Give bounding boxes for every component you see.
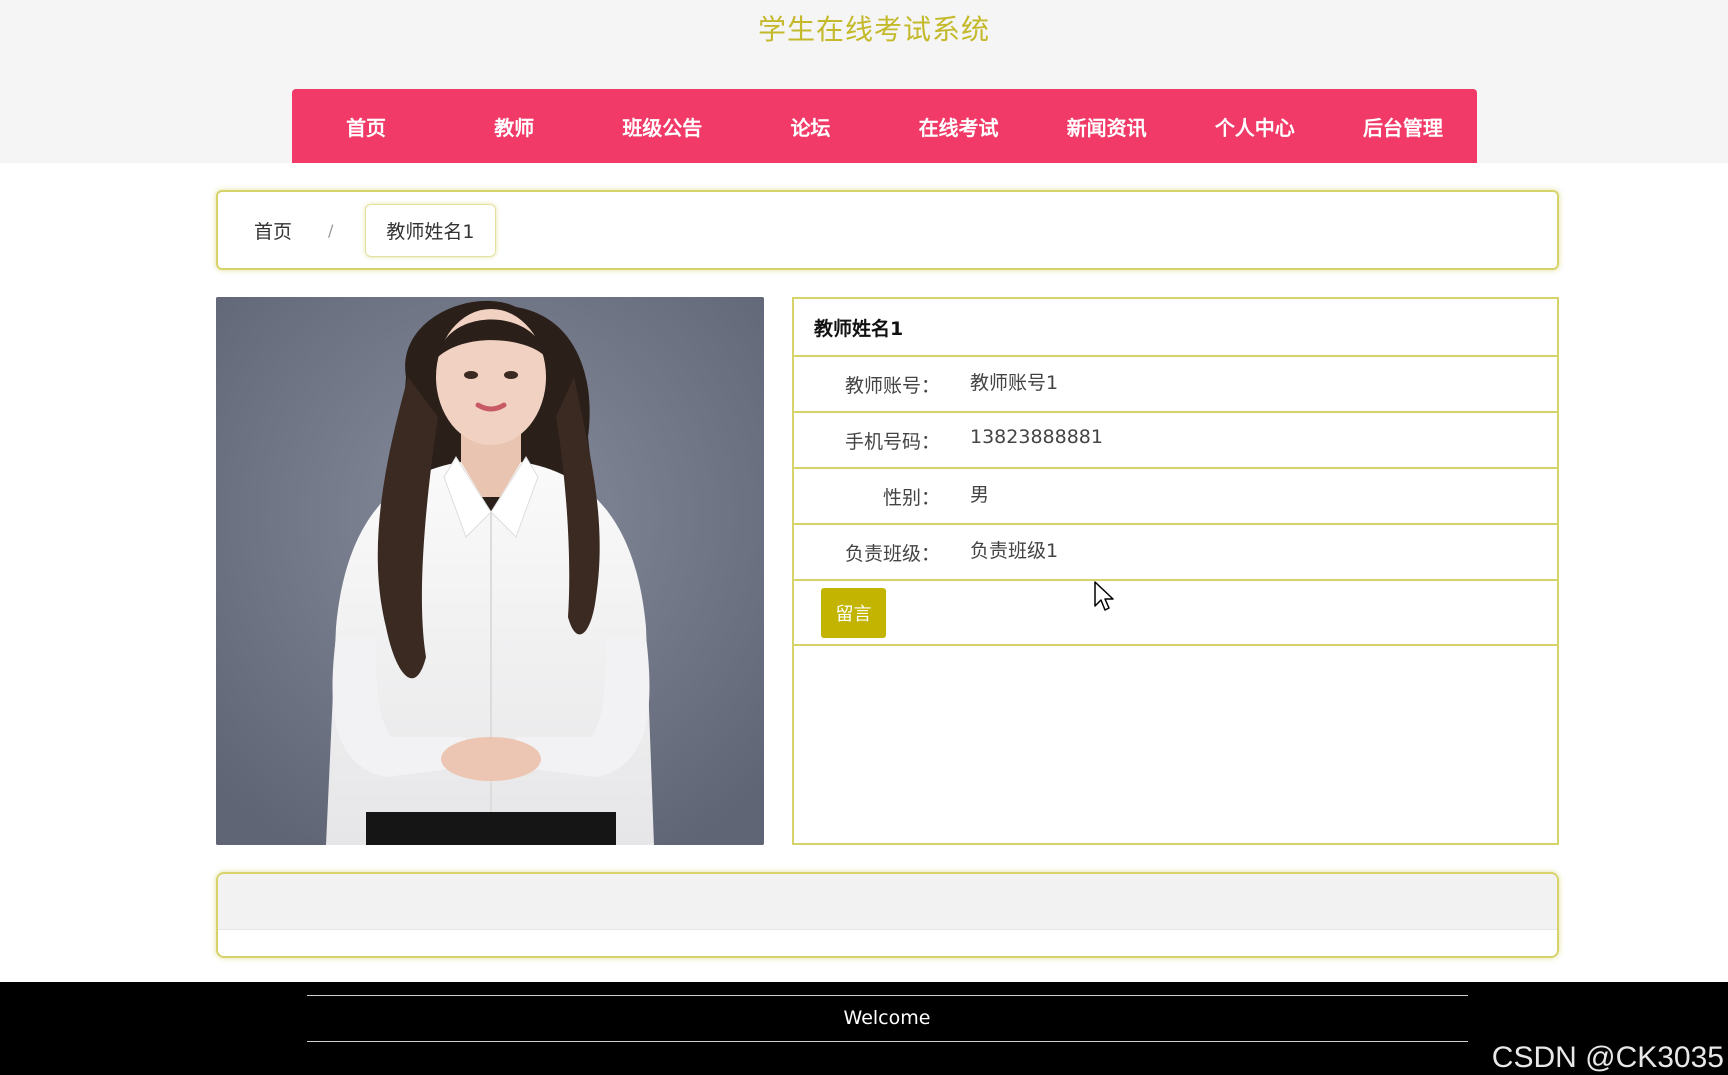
header: 学生在线考试系统 首页 教师 班级公告 论坛 在线考试 新闻资讯 个人中心 后台… (0, 0, 1728, 163)
main-nav: 首页 教师 班级公告 论坛 在线考试 新闻资讯 个人中心 后台管理 (292, 89, 1477, 163)
action-row: 留言 (794, 581, 1557, 646)
message-list-box (216, 872, 1559, 958)
nav-item-online-exam[interactable]: 在线考试 (885, 112, 1033, 141)
field-value: 13823888881 (970, 426, 1103, 448)
info-row-account: 教师账号： 教师账号1 (794, 357, 1557, 413)
field-value: 负责班级1 (970, 539, 1059, 562)
nav-item-admin[interactable]: 后台管理 (1329, 112, 1477, 141)
site-title: 学生在线考试系统 (757, 13, 990, 46)
footer-welcome: Welcome (843, 1007, 931, 1029)
field-value: 男 (970, 483, 990, 506)
teacher-photo (216, 297, 764, 845)
watermark: CSDN @CK3035 (1491, 1041, 1724, 1074)
footer-divider-top (307, 995, 1468, 996)
footer: Welcome CSDN @CK3035 (0, 982, 1728, 1075)
breadcrumb-current: 教师姓名1 (365, 203, 496, 257)
nav-item-news[interactable]: 新闻资讯 (1033, 112, 1181, 141)
breadcrumb: 首页 / 教师姓名1 (216, 190, 1559, 270)
breadcrumb-separator: / (328, 220, 334, 240)
info-row-gender: 性别： 男 (794, 469, 1557, 525)
teacher-name-title: 教师姓名1 (794, 299, 1557, 357)
field-label: 教师账号： (844, 374, 940, 397)
info-row-phone: 手机号码： 13823888881 (794, 413, 1557, 469)
field-value: 教师账号1 (970, 371, 1059, 394)
nav-item-class-notice[interactable]: 班级公告 (588, 112, 736, 141)
field-label: 负责班级： (844, 542, 940, 565)
nav-item-home[interactable]: 首页 (292, 112, 440, 141)
nav-item-teacher[interactable]: 教师 (440, 112, 588, 141)
message-list-header (218, 874, 1557, 930)
field-label: 性别： (882, 486, 940, 509)
mouse-cursor-icon (1094, 581, 1116, 617)
breadcrumb-home-link[interactable]: 首页 (254, 217, 292, 244)
info-row-class: 负责班级： 负责班级1 (794, 525, 1557, 581)
page: 学生在线考试系统 首页 教师 班级公告 论坛 在线考试 新闻资讯 个人中心 后台… (0, 0, 1728, 1075)
nav-item-personal-center[interactable]: 个人中心 (1181, 112, 1329, 141)
field-label: 手机号码： (844, 430, 940, 453)
teacher-info-panel: 教师姓名1 教师账号： 教师账号1 手机号码： 13823888881 性别： … (792, 297, 1559, 845)
nav-item-forum[interactable]: 论坛 (736, 112, 884, 141)
footer-divider-bottom (307, 1041, 1468, 1042)
leave-message-button[interactable]: 留言 (821, 587, 886, 638)
